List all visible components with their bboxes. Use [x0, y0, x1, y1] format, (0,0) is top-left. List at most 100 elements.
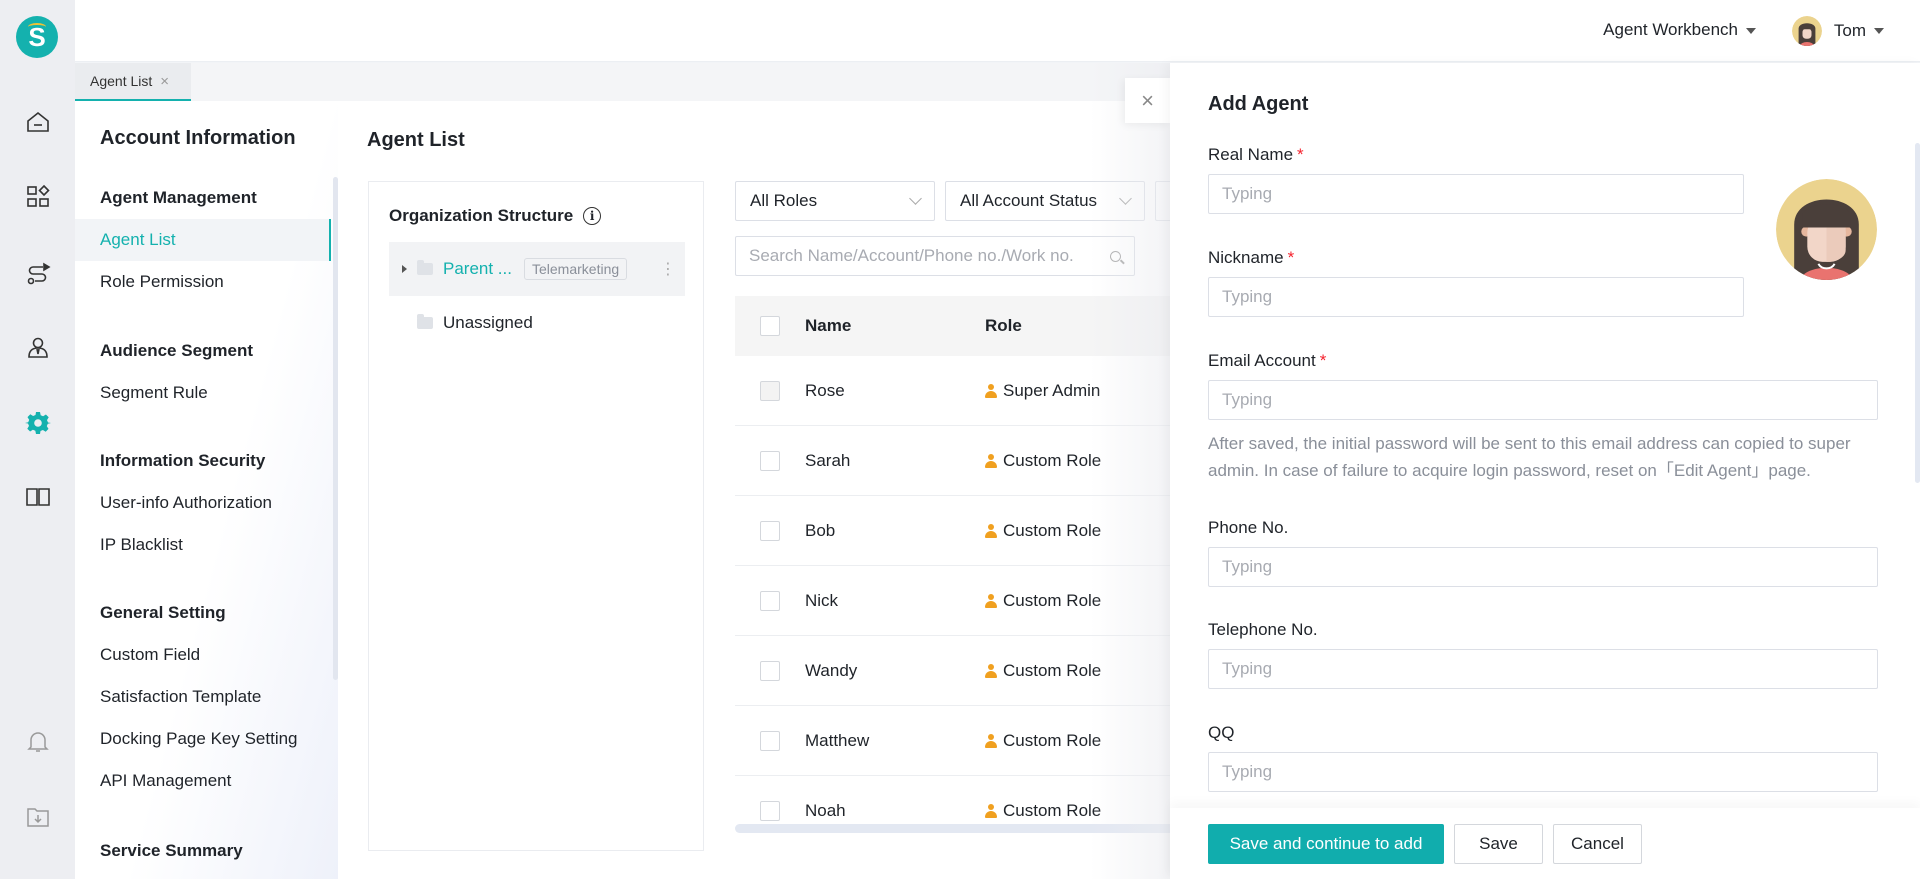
agent-role: Custom Role	[985, 731, 1101, 751]
settings-sidebar: Account Information Agent Management Age…	[75, 101, 338, 879]
agent-avatar-upload[interactable]	[1776, 179, 1877, 280]
user-avatar	[1791, 16, 1822, 46]
add-agent-drawer: Add Agent Real Name* Nickname* Email Acc…	[1170, 63, 1920, 879]
sidebar-item-segment-rule[interactable]: Segment Rule	[75, 372, 331, 414]
sidebar-item-role-permission[interactable]: Role Permission	[75, 261, 331, 303]
group-agent-management: Agent Management	[100, 188, 257, 207]
email-label: Email Account *	[1208, 351, 1327, 370]
save-button[interactable]: Save	[1454, 824, 1543, 864]
person-icon	[985, 593, 997, 608]
download-folder-icon[interactable]	[24, 803, 52, 831]
agent-role: Custom Role	[985, 801, 1101, 821]
qq-input[interactable]	[1208, 752, 1878, 792]
row-checkbox[interactable]	[760, 660, 780, 681]
group-service-summary: Service Summary	[100, 841, 243, 860]
apps-icon[interactable]	[24, 183, 52, 211]
person-icon	[985, 733, 997, 748]
department-tag: Telemarketing	[523, 258, 628, 280]
person-icon	[985, 663, 997, 678]
agent-name: Sarah	[805, 450, 851, 470]
row-checkbox[interactable]	[760, 800, 780, 821]
agent-name: Nick	[805, 590, 839, 610]
person-icon	[985, 523, 997, 538]
info-icon[interactable]: i	[583, 207, 602, 225]
close-drawer-button[interactable]: ×	[1125, 78, 1170, 123]
column-name: Name	[805, 316, 852, 335]
agent-icon[interactable]	[24, 334, 52, 362]
agent-role: Custom Role	[985, 591, 1101, 611]
drawer-scrollbar[interactable]	[1915, 143, 1920, 483]
email-hint: After saved, the initial password will b…	[1208, 434, 1851, 480]
drawer-shade	[1090, 63, 1170, 879]
agent-name: Noah	[805, 800, 846, 820]
column-role: Role	[985, 316, 1022, 335]
sidebar-item-ip-blacklist[interactable]: IP Blacklist	[75, 524, 331, 566]
agent-name: Bob	[805, 520, 836, 540]
cancel-button[interactable]: Cancel	[1553, 824, 1642, 864]
real-name-label: Real Name *	[1208, 145, 1304, 164]
select-all-checkbox[interactable]	[760, 316, 780, 336]
role-filter-select[interactable]: All Roles	[735, 181, 935, 221]
agent-role: Super Admin	[985, 381, 1100, 401]
group-general-setting: General Setting	[100, 603, 226, 622]
row-checkbox[interactable]	[760, 730, 780, 751]
sidebar-title: Account Information	[100, 127, 296, 149]
user-menu[interactable]: Tom	[1791, 16, 1884, 46]
more-options-icon[interactable]: ⋮	[660, 259, 676, 279]
sidebar-item-satisfaction-template[interactable]: Satisfaction Template	[75, 676, 331, 718]
qq-label: QQ	[1208, 723, 1235, 742]
agent-search-input[interactable]: Search Name/Account/Phone no./Work no.	[735, 236, 1135, 276]
expand-icon[interactable]	[402, 265, 407, 273]
sidebar-item-user-info-authorization[interactable]: User-info Authorization	[75, 482, 331, 524]
tree-node-unassigned[interactable]: Unassigned	[389, 296, 685, 350]
save-and-continue-button[interactable]: Save and continue to add	[1208, 824, 1444, 864]
group-audience-segment: Audience Segment	[100, 341, 254, 360]
bell-icon[interactable]	[24, 728, 52, 756]
sidebar-item-api-management[interactable]: API Management	[75, 760, 331, 802]
agent-role: Custom Role	[985, 661, 1101, 681]
person-icon	[985, 383, 997, 398]
phone-label: Phone No.	[1208, 518, 1289, 537]
organization-panel: Organization Structure i Parent ... Tele…	[368, 181, 704, 851]
folder-icon	[417, 260, 433, 275]
tree-node-parent[interactable]: Parent ... Telemarketing ⋮	[389, 242, 685, 296]
chevron-down-icon	[909, 192, 922, 205]
phone-input[interactable]	[1208, 547, 1878, 587]
caret-down-icon	[1874, 28, 1884, 34]
agent-role: Custom Role	[985, 451, 1101, 471]
icon-rail: S	[0, 0, 75, 879]
tab-agent-list[interactable]: Agent List ×	[75, 63, 191, 101]
sidebar-item-docking-page-key-setting[interactable]: Docking Page Key Setting	[75, 718, 331, 760]
nickname-input[interactable]	[1208, 277, 1744, 317]
app-logo[interactable]: S	[16, 16, 58, 58]
group-information-security: Information Security	[100, 451, 266, 470]
page-title: Agent List	[367, 129, 465, 151]
nickname-label: Nickname *	[1208, 248, 1295, 267]
person-icon	[985, 453, 997, 468]
row-checkbox[interactable]	[760, 590, 780, 611]
telephone-label: Telephone No.	[1208, 620, 1318, 639]
book-icon[interactable]	[24, 483, 52, 511]
sidebar-item-custom-field[interactable]: Custom Field	[75, 634, 331, 676]
folder-icon	[417, 314, 433, 329]
telephone-input[interactable]	[1208, 649, 1878, 689]
row-checkbox[interactable]	[760, 520, 780, 541]
settings-icon[interactable]	[24, 409, 52, 437]
sidebar-item-agent-list[interactable]: Agent List	[75, 219, 331, 261]
row-checkbox	[760, 380, 780, 401]
agent-name: Rose	[805, 380, 845, 400]
route-icon[interactable]	[24, 260, 52, 288]
caret-down-icon	[1746, 27, 1756, 34]
home-icon[interactable]	[24, 108, 52, 136]
email-input[interactable]	[1208, 380, 1878, 420]
person-icon	[985, 803, 997, 818]
row-checkbox[interactable]	[760, 450, 780, 471]
org-title: Organization Structure i	[389, 206, 602, 226]
real-name-input[interactable]	[1208, 174, 1744, 214]
agent-name: Wandy	[805, 660, 858, 680]
agent-name: Matthew	[805, 730, 870, 750]
workbench-dropdown[interactable]: Agent Workbench	[1603, 20, 1756, 40]
drawer-title: Add Agent	[1208, 93, 1309, 115]
drawer-footer: Save and continue to add Save Cancel	[1170, 808, 1920, 879]
close-tab-icon[interactable]: ×	[160, 73, 169, 90]
